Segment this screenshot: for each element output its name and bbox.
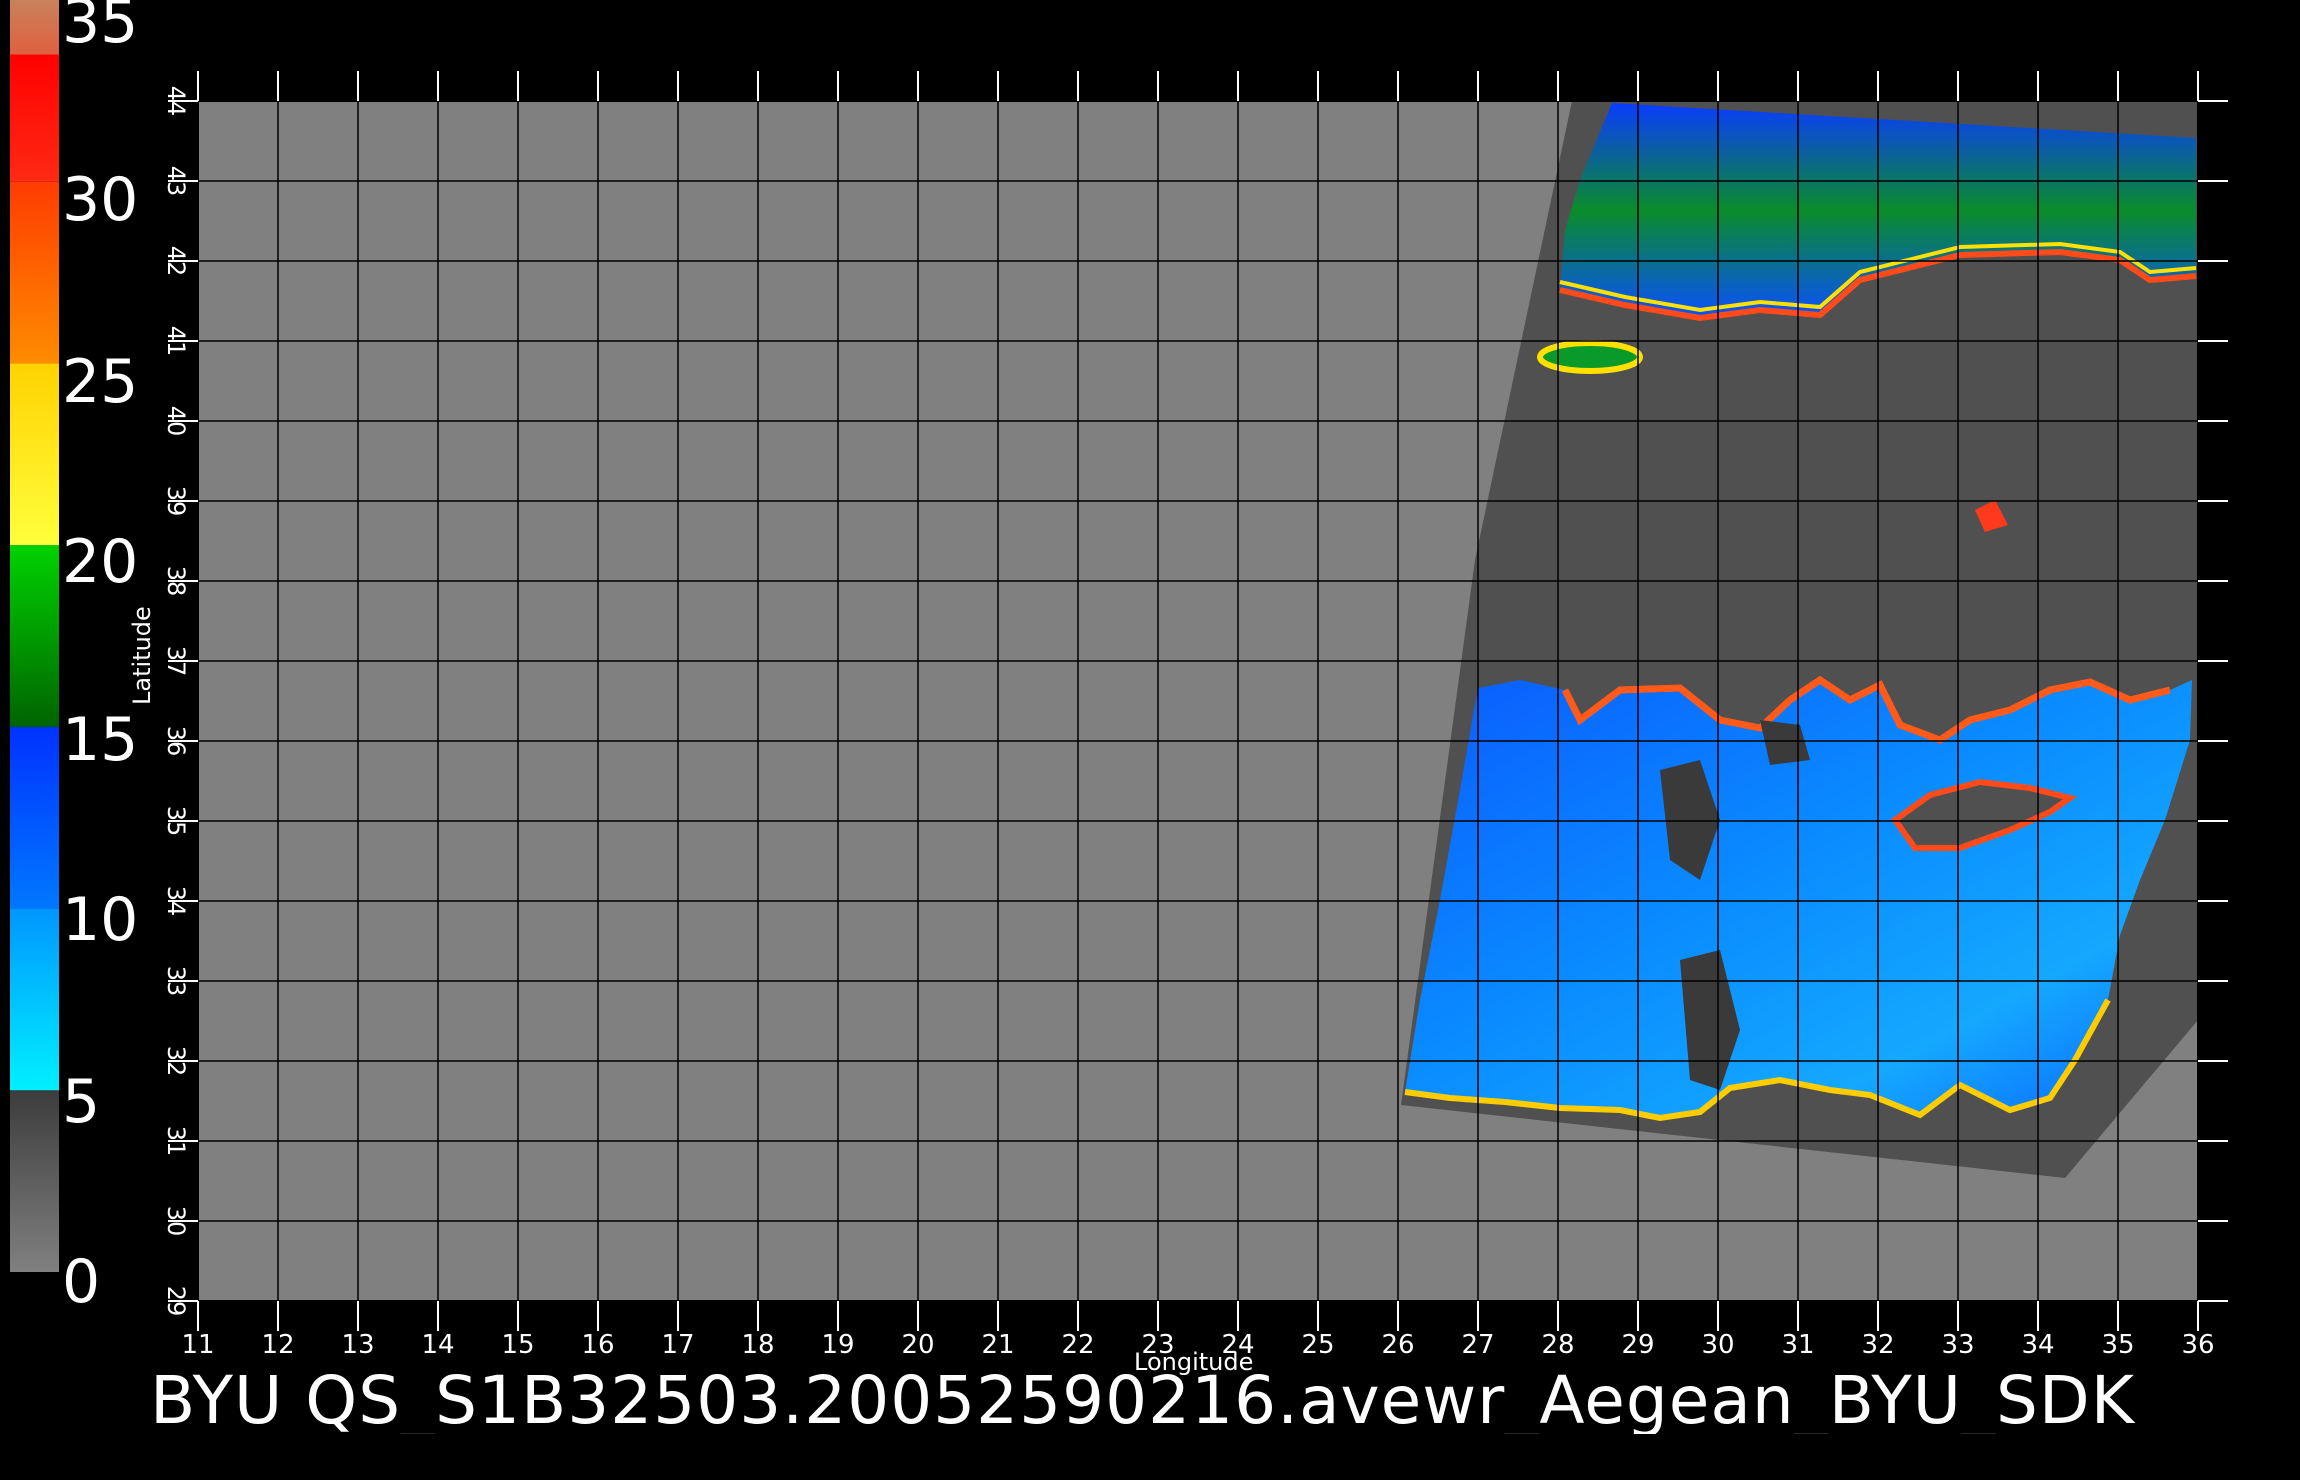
lon-tick-label: 31 xyxy=(1781,1330,1814,1360)
lat-tick-label: 38 xyxy=(162,566,190,597)
lat-tick-label: 44 xyxy=(162,86,190,117)
lat-tick-label: 43 xyxy=(162,166,190,197)
lon-tick-label: 30 xyxy=(1701,1330,1734,1360)
lon-tick-label: 36 xyxy=(2181,1330,2214,1360)
lon-tick-label: 21 xyxy=(981,1330,1014,1360)
lat-tick-label: 40 xyxy=(162,406,190,437)
wind-map: 11 12 13 14 15 16 17 18 19 20 21 22 23 24 25 26 27 28 29 30… xyxy=(162,71,2228,1360)
lon-tick-label: 13 xyxy=(341,1330,374,1360)
lat-tick-label: 36 xyxy=(162,726,190,757)
lon-tick-label: 34 xyxy=(2021,1330,2054,1360)
marmara-sea-wind xyxy=(1537,340,1643,374)
lon-tick-label: 33 xyxy=(1941,1330,1974,1360)
lat-tick-label: 35 xyxy=(162,806,190,837)
lon-tick-label: 17 xyxy=(661,1330,694,1360)
lon-tick-label: 15 xyxy=(501,1330,534,1360)
lon-tick-label: 29 xyxy=(1621,1330,1654,1360)
lat-tick-label: 42 xyxy=(162,246,190,277)
lat-tick-label: 37 xyxy=(162,646,190,677)
lon-tick-label: 20 xyxy=(901,1330,934,1360)
lon-tick-label: 27 xyxy=(1461,1330,1494,1360)
lat-tick-label: 30 xyxy=(162,1206,190,1237)
lon-tick-label: 12 xyxy=(261,1330,294,1360)
lon-tick-label: 28 xyxy=(1541,1330,1574,1360)
lat-tick-label: 29 xyxy=(162,1286,190,1317)
lon-tick-label: 11 xyxy=(181,1330,214,1360)
lon-tick-label: 14 xyxy=(421,1330,454,1360)
lat-tick-label: 39 xyxy=(162,486,190,517)
map-title: BYU QS_S1B32503.20052590216.avewr_Aegean… xyxy=(150,1368,2135,1434)
lon-tick-label: 32 xyxy=(1861,1330,1894,1360)
lon-tick-label: 19 xyxy=(821,1330,854,1360)
lat-tick-label: 31 xyxy=(162,1126,190,1157)
y-axis-label: Latitude xyxy=(128,606,156,705)
lat-tick-label: 33 xyxy=(162,966,190,997)
lon-tick-label: 18 xyxy=(741,1330,774,1360)
lon-tick-label: 25 xyxy=(1301,1330,1334,1360)
lat-tick-label: 41 xyxy=(162,326,190,357)
lon-tick-label: 26 xyxy=(1381,1330,1414,1360)
lon-tick-label: 16 xyxy=(581,1330,614,1360)
lon-tick-label: 22 xyxy=(1061,1330,1094,1360)
lat-tick-label: 34 xyxy=(162,886,190,917)
lat-tick-label: 32 xyxy=(162,1046,190,1077)
lon-tick-label: 35 xyxy=(2101,1330,2134,1360)
latitude-tick-labels: 29 30 31 32 33 34 35 36 37 38 39 40 41 42 43 44 xyxy=(162,86,190,1317)
